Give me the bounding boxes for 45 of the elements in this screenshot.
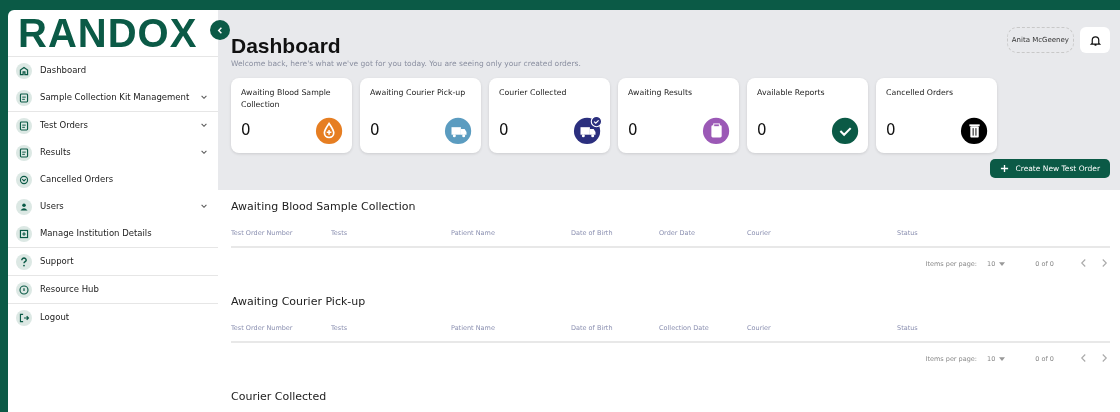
help-icon (16, 253, 32, 270)
sidebar-item[interactable]: Dashboard (8, 57, 218, 84)
chevron-icon (200, 204, 208, 209)
document-icon (16, 89, 32, 106)
collapse-button[interactable] (210, 20, 230, 40)
sidebar-item[interactable]: Sample Collection Kit Management (8, 84, 218, 112)
chevron-right-icon (1101, 353, 1108, 363)
sidebar-item[interactable]: Logout (8, 304, 218, 331)
chevron-icon (200, 95, 208, 100)
section-title: Awaiting Blood Sample Collection (231, 199, 417, 215)
card-count: 0 (757, 121, 767, 139)
dropdown-icon (999, 261, 1006, 266)
user-icon (16, 198, 32, 215)
card-count: 0 (241, 121, 251, 139)
sidebar-item[interactable]: Resource Hub (8, 276, 218, 304)
sidebar-item[interactable]: Support (8, 248, 218, 276)
home-icon (16, 62, 32, 79)
sidebar-item[interactable]: Results (8, 139, 218, 166)
chevron-left-icon (1080, 353, 1087, 363)
sidebar-item[interactable]: Cancelled Orders (8, 166, 218, 193)
document-icon (16, 144, 32, 161)
card-count: 0 (370, 121, 380, 139)
document-icon (16, 117, 32, 134)
sidebar-item[interactable]: Users (8, 193, 218, 220)
plus-icon (1000, 164, 1010, 173)
dropdown-icon (999, 356, 1006, 361)
chevron-right-icon (1101, 258, 1108, 268)
sidebar-item[interactable]: Manage Institution Details (8, 220, 218, 248)
bell-icon (1088, 33, 1102, 47)
logo: RANDOX (18, 13, 198, 53)
chevron-icon (200, 123, 208, 128)
page-title: Dashboard (231, 34, 342, 58)
notification-button[interactable] (1080, 27, 1110, 53)
card-count: 0 (628, 121, 638, 139)
sidebar-item[interactable]: Test Orders (8, 112, 218, 139)
chevron-icon (200, 150, 208, 155)
cancel-icon (16, 171, 32, 188)
chevron-left-icon (1080, 258, 1087, 268)
card-count: 0 (886, 121, 896, 139)
card-count: 0 (499, 121, 509, 139)
chevron-left-icon (215, 25, 225, 35)
section-title: Awaiting Courier Pick-up (231, 294, 367, 310)
logout-icon (16, 309, 32, 326)
info-icon (16, 281, 32, 298)
section-title: Courier Collected (231, 389, 328, 405)
